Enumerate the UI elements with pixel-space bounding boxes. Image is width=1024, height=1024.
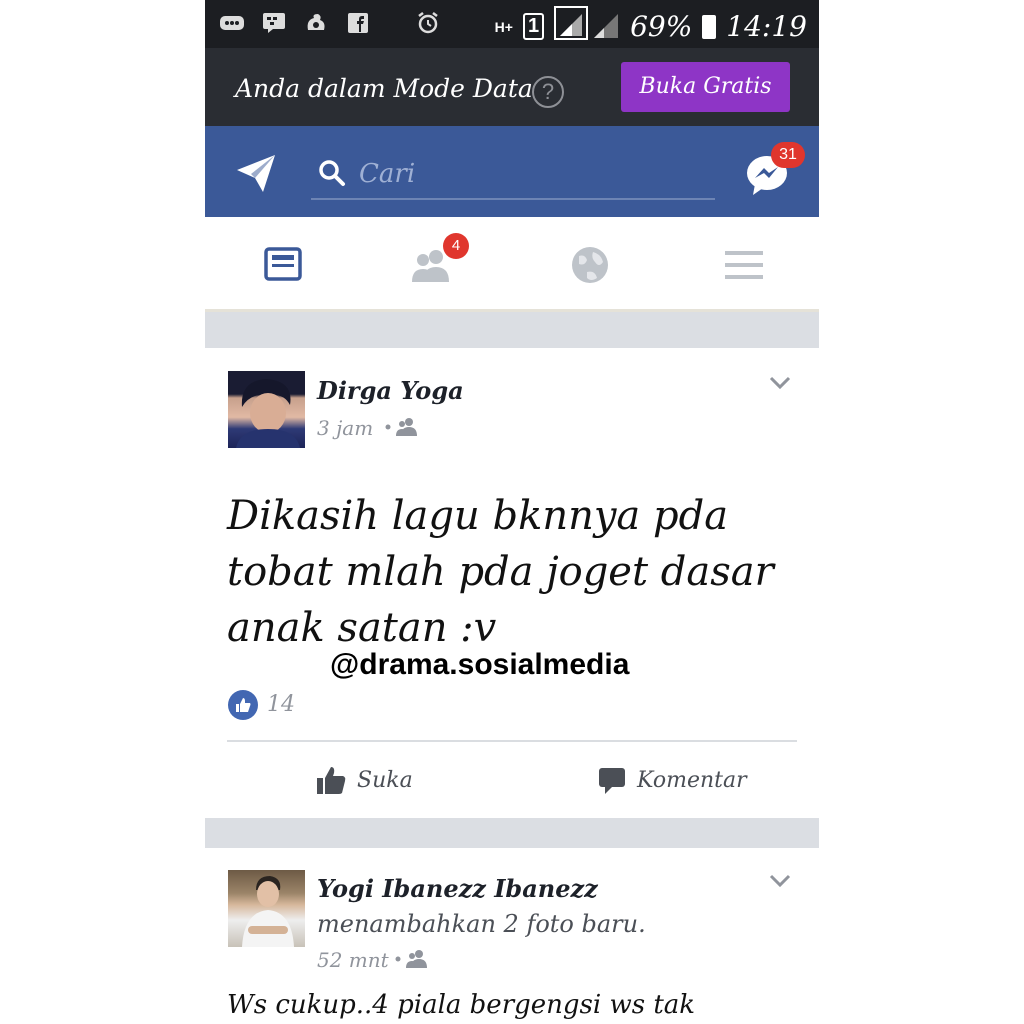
like-count[interactable]: 14 xyxy=(267,692,295,717)
post-timestamp[interactable]: 3 jam xyxy=(317,416,373,440)
clock: 14:19 xyxy=(726,10,807,43)
profile-photo xyxy=(236,379,300,448)
tab-news-feed-icon[interactable] xyxy=(261,242,307,288)
battery-percent: 69% xyxy=(630,10,693,43)
feed-separator xyxy=(205,818,819,848)
tab-menu-icon[interactable] xyxy=(721,242,767,288)
post-card: Yogi Ibanezz Ibanezz menambahkan 2 foto … xyxy=(205,848,819,1024)
alarm-icon xyxy=(415,10,441,36)
open-free-button[interactable]: Buka Gratis xyxy=(621,62,790,112)
friend-requests-badge: 4 xyxy=(443,233,469,259)
divider xyxy=(227,740,797,742)
post-card: Dirga Yoga 3 jam Dikasih lagu bknnya pda… xyxy=(205,348,819,818)
chat-icon xyxy=(219,10,245,36)
feed-separator xyxy=(205,312,819,348)
notification-icons xyxy=(219,10,441,36)
like-button[interactable]: Suka xyxy=(315,762,413,798)
network-type: H+ xyxy=(494,18,513,35)
search-icon xyxy=(319,160,345,186)
facebook-header: 31 xyxy=(205,126,819,217)
signal-icon xyxy=(554,6,620,47)
audience-friends-icon xyxy=(393,948,433,975)
chevron-down-icon[interactable] xyxy=(769,874,791,888)
post-text: Ws cukup..4 piala bergengsi ws tak xyxy=(227,990,696,1020)
tab-bar: 4 xyxy=(205,217,819,312)
status-bar: H+ 1 69% 14:19 xyxy=(205,0,819,48)
messenger-badge: 31 xyxy=(771,142,805,168)
facebook-icon xyxy=(345,10,371,36)
search-bar[interactable] xyxy=(311,150,715,200)
watermark: @drama.sosialmedia xyxy=(330,648,630,681)
uc-browser-icon xyxy=(303,10,329,36)
post-author[interactable]: Dirga Yoga xyxy=(317,376,464,405)
phone-screen: H+ 1 69% 14:19 Anda dalam Mode Data ? Bu… xyxy=(205,0,819,1024)
avatar[interactable] xyxy=(228,371,305,448)
post-timestamp[interactable]: 52 mnt xyxy=(317,948,389,972)
profile-photo xyxy=(242,876,294,947)
battery-icon xyxy=(702,14,717,39)
tab-notifications-globe-icon[interactable] xyxy=(567,242,613,288)
comment-label: Komentar xyxy=(637,767,747,793)
sim-indicator: 1 xyxy=(522,13,545,40)
search-input[interactable] xyxy=(359,156,699,192)
audience-friends-icon xyxy=(383,416,423,443)
chevron-down-icon[interactable] xyxy=(769,376,791,390)
thumbs-up-icon xyxy=(317,767,346,794)
post-subline: menambahkan 2 foto baru. xyxy=(317,910,646,938)
comment-button[interactable]: Komentar xyxy=(597,762,747,798)
post-text: Dikasih lagu bknnya pda tobat mlah pda j… xyxy=(227,493,774,651)
comment-icon xyxy=(599,768,625,794)
status-right: H+ 1 69% 14:19 xyxy=(495,6,807,47)
bbm-icon xyxy=(261,10,287,36)
like-reaction-icon xyxy=(228,690,258,720)
data-mode-banner: Anda dalam Mode Data ? Buka Gratis xyxy=(205,48,819,126)
post-author[interactable]: Yogi Ibanezz Ibanezz xyxy=(317,874,598,903)
like-label: Suka xyxy=(357,767,413,793)
help-icon[interactable]: ? xyxy=(532,76,564,108)
send-icon[interactable] xyxy=(235,152,277,194)
data-mode-message: Anda dalam Mode Data xyxy=(235,74,533,103)
avatar[interactable] xyxy=(228,870,305,947)
